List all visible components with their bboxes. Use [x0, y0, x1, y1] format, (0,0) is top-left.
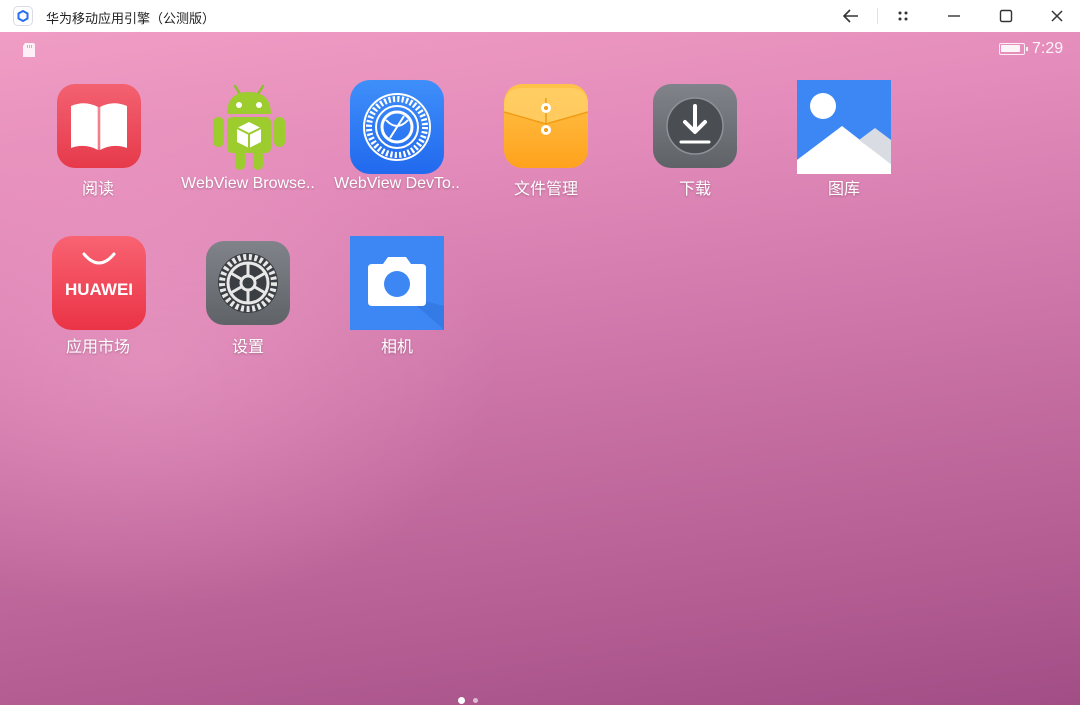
maximize-button[interactable]	[992, 4, 1020, 28]
huawei-appgallery-icon: HUAWEI	[52, 236, 146, 335]
back-button[interactable]	[837, 4, 865, 28]
app-appgallery[interactable]: HUAWEI 应用市场	[23, 236, 173, 356]
window-titlebar: 华为移动应用引擎（公测版）	[0, 0, 1080, 32]
minimize-button[interactable]	[940, 4, 968, 28]
minimize-icon	[948, 15, 960, 17]
app-logo-icon	[13, 6, 33, 26]
more-options-button[interactable]	[889, 4, 917, 28]
app-label: 应用市场	[65, 339, 130, 356]
settings-gear-icon	[206, 241, 290, 330]
battery-indicator	[999, 43, 1028, 55]
app-camera[interactable]: 相机	[322, 236, 472, 356]
huawei-brand-text: HUAWEI	[65, 280, 133, 299]
app-label: WebView Browse..	[181, 175, 315, 192]
gallery-icon	[797, 80, 891, 179]
titlebar-divider	[877, 8, 878, 24]
window-title: 华为移动应用引擎（公测版）	[46, 11, 216, 26]
back-icon	[843, 9, 858, 23]
app-label: 图库	[827, 181, 860, 198]
camera-icon	[350, 236, 444, 335]
app-reader[interactable]: 阅读	[23, 80, 173, 200]
sd-card-icon	[22, 42, 36, 63]
book-icon	[57, 84, 141, 173]
app-settings[interactable]: 设置	[173, 236, 323, 356]
page-dot-active[interactable]	[458, 697, 465, 704]
page-indicator	[458, 697, 478, 704]
maximize-icon	[999, 9, 1013, 23]
webview-gear-icon	[350, 80, 444, 179]
app-file-manager[interactable]: 文件管理	[471, 80, 621, 200]
app-label: 阅读	[81, 181, 114, 198]
grid-dots-icon	[898, 11, 908, 21]
status-clock: 7:29	[1032, 40, 1064, 57]
download-icon	[653, 84, 737, 173]
app-label: 文件管理	[513, 181, 578, 198]
close-button[interactable]	[1043, 4, 1071, 28]
app-webview-devtools[interactable]: WebView DevTo..	[322, 80, 472, 200]
app-label: 相机	[380, 339, 413, 356]
app-label: 下载	[678, 181, 711, 198]
app-gallery[interactable]: 图库	[769, 80, 919, 200]
app-label: 设置	[231, 339, 264, 356]
close-icon	[1051, 10, 1063, 22]
app-webview-browser[interactable]: WebView Browse..	[173, 80, 323, 200]
folder-icon	[503, 84, 589, 173]
app-label: WebView DevTo..	[334, 175, 460, 192]
battery-fill	[1001, 45, 1020, 52]
android-robot-icon	[207, 80, 291, 177]
page-dot[interactable]	[473, 698, 478, 703]
emulator-screen: 7:29 阅读 WebView Browse.. WebView DevTo..…	[0, 32, 1080, 705]
app-downloads[interactable]: 下载	[620, 80, 770, 200]
